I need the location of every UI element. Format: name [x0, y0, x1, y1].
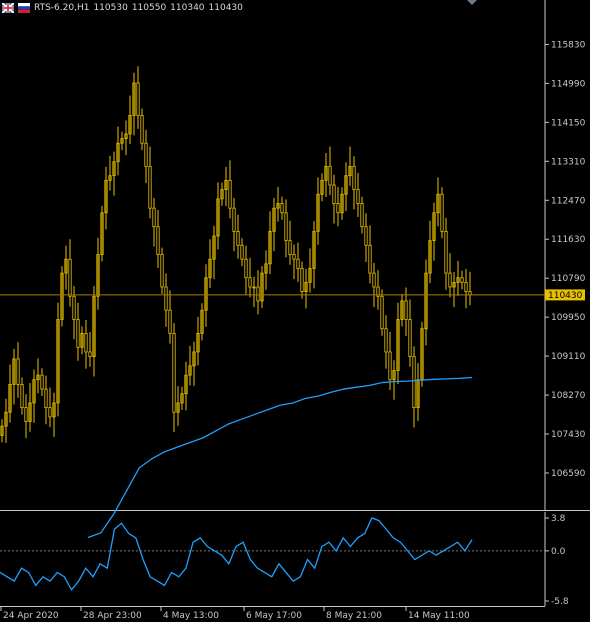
chart-shift-marker-icon[interactable]	[467, 0, 477, 5]
candle-body	[44, 388, 48, 408]
candle-body	[236, 230, 240, 246]
candle-body	[460, 277, 464, 283]
candle-body	[140, 115, 144, 144]
candle-body	[172, 332, 176, 413]
time-tick-label: 8 May 21:00	[326, 611, 382, 621]
candle-body	[408, 319, 412, 357]
candle-body	[440, 193, 444, 232]
candle-body	[332, 184, 336, 204]
candle-body	[40, 374, 44, 390]
candle-body	[84, 332, 88, 353]
candle-body	[68, 258, 72, 297]
indicator-tick-label: -5.8	[551, 597, 569, 607]
time-axis: 24 Apr 2020 28 Apr 23:00 4 May 13:00 6 May …	[0, 606, 470, 621]
candle-body	[232, 207, 236, 232]
oscillator-line	[0, 517, 473, 591]
price-tick-label: 114150	[551, 118, 586, 128]
candle-body	[288, 240, 292, 255]
time-tick-label: 6 May 17:00	[246, 611, 302, 621]
candle-body	[24, 407, 28, 422]
price-tick-label: 107430	[551, 430, 586, 440]
price-tick-label: 109950	[551, 313, 586, 323]
price-tick-label: 111630	[551, 235, 586, 245]
candle-body	[368, 244, 372, 274]
time-tick-label: 4 May 13:00	[163, 611, 219, 621]
candle-body	[448, 272, 452, 288]
chart-canvas[interactable]: 115830 114990 114150 113310 112470 111630 1107…	[0, 0, 590, 622]
candle-body	[168, 309, 172, 334]
candle-body	[328, 166, 332, 186]
candle-body	[292, 254, 296, 260]
indicator-axis: 3.8 0.0 -5.8	[545, 514, 569, 607]
chart-window[interactable]: RTS-6.20,H1 110530 110550 110340 110430 …	[0, 0, 590, 622]
candle-body	[248, 277, 252, 288]
candle-body	[356, 189, 360, 204]
price-tick-label: 114990	[551, 79, 586, 89]
candle-body	[360, 203, 364, 228]
price-tick-label: 109110	[551, 352, 586, 362]
candlestick-series	[0, 66, 472, 443]
candle-body	[300, 268, 304, 293]
candle-body	[404, 300, 408, 320]
time-tick-label: 24 Apr 2020	[3, 611, 59, 621]
candle-body	[444, 230, 448, 274]
time-tick-label: 14 May 11:00	[408, 611, 470, 621]
candle-body	[72, 295, 76, 320]
candle-body	[256, 286, 260, 302]
indicator-tick-label: 0.0	[551, 547, 566, 557]
candle-body	[296, 258, 300, 269]
price-tick-label: 113310	[551, 157, 586, 167]
candle-body	[48, 407, 52, 418]
candle-body	[352, 166, 356, 191]
candle-body	[156, 226, 160, 255]
candle-body	[144, 142, 148, 167]
price-tick-label: 106590	[551, 469, 586, 479]
candle-body	[280, 203, 284, 214]
price-tick-label: 110790	[551, 274, 586, 284]
candle-body	[76, 319, 80, 348]
candle-body	[384, 328, 388, 353]
indicator-tick-label: 3.8	[551, 514, 566, 524]
candle-body	[380, 295, 384, 330]
time-tick-label: 28 Apr 23:00	[83, 611, 142, 621]
price-tick-label: 115830	[551, 40, 586, 50]
candle-body	[364, 226, 368, 246]
candle-body	[284, 212, 288, 242]
candle-body	[412, 356, 416, 409]
candle-body	[136, 82, 140, 116]
current-price-value: 110430	[548, 291, 583, 301]
candle-body	[88, 351, 92, 357]
candle-body	[388, 351, 392, 381]
candle-body	[20, 384, 24, 408]
candle-body	[336, 203, 340, 214]
candle-body	[228, 179, 232, 209]
candle-body	[148, 166, 152, 209]
candle-body	[240, 244, 244, 260]
candle-body	[244, 258, 248, 279]
candle-body	[160, 254, 164, 288]
candle-body	[164, 286, 168, 311]
candle-body	[464, 281, 468, 293]
candle-body	[16, 358, 20, 385]
candle-body	[372, 272, 376, 288]
candle-body	[152, 207, 156, 228]
price-axis: 115830 114990 114150 113310 112470 111630 1107…	[545, 40, 586, 479]
price-tick-label: 108270	[551, 391, 586, 401]
current-price-label: 110430	[545, 289, 585, 301]
price-tick-label: 112470	[551, 196, 586, 206]
